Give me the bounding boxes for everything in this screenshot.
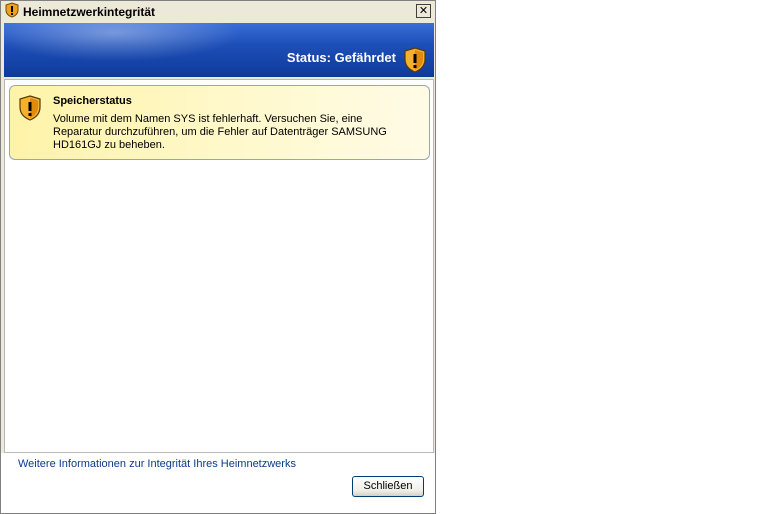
close-icon[interactable]: ✕ [416, 4, 431, 18]
content-area: Speicherstatus Volume mit dem Namen SYS … [4, 79, 434, 453]
storage-status-alert: Speicherstatus Volume mit dem Namen SYS … [9, 85, 430, 160]
alert-heading: Speicherstatus [53, 95, 132, 107]
warning-shield-icon [19, 95, 41, 126]
status-text: Status: Gefährdet [286, 50, 396, 65]
warning-shield-icon [404, 47, 426, 77]
close-button[interactable]: Schließen [352, 476, 424, 497]
more-info-link[interactable]: Weitere Informationen zur Integrität Ihr… [18, 458, 296, 470]
app-shield-icon [5, 1, 19, 23]
dialog-window: Heimnetzwerkintegrität ✕ Status: Gefährd… [0, 0, 436, 514]
alert-message: Volume mit dem Namen SYS ist fehlerhaft.… [53, 113, 387, 151]
status-banner: Status: Gefährdet [4, 23, 434, 77]
dialog-footer: Weitere Informationen zur Integrität Ihr… [1, 453, 435, 513]
title-bar[interactable]: Heimnetzwerkintegrität ✕ [1, 1, 435, 23]
window-title: Heimnetzwerkintegrität [23, 5, 156, 19]
